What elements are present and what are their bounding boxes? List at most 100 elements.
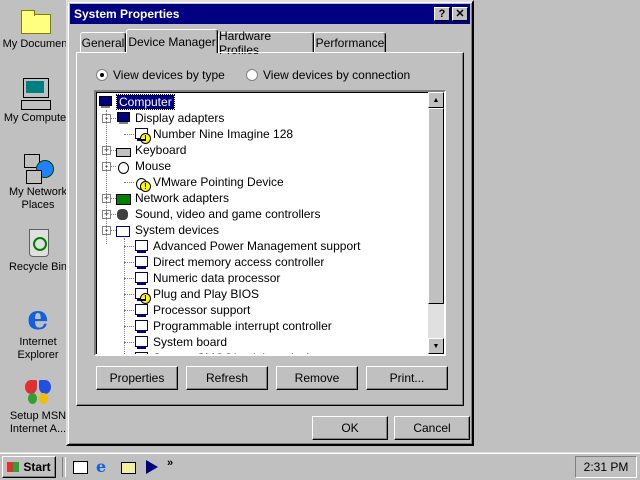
cancel-button[interactable]: Cancel [394, 416, 470, 440]
tree-item-label: System devices [135, 223, 220, 237]
tree-item-label: Computer [116, 94, 175, 110]
start-label: Start [23, 460, 51, 474]
window-title: System Properties [74, 7, 180, 21]
tab-performance[interactable]: Performance [314, 32, 386, 52]
desktop-icon-my-network-places[interactable]: My Network Places [4, 152, 72, 212]
start-button[interactable]: Start [2, 456, 56, 478]
tree-item-label: Plug and Play BIOS [153, 287, 260, 301]
system-device-icon [134, 303, 148, 317]
tree-connector [124, 278, 134, 279]
folder-icon [19, 4, 51, 36]
tree-connector [111, 214, 116, 215]
tab-device-manager[interactable]: Device Manager [126, 29, 218, 53]
tree-item[interactable]: System devices [116, 222, 219, 238]
tab-hardware-profiles[interactable]: Hardware Profiles [218, 29, 314, 57]
tree-item[interactable]: Computer [98, 94, 175, 110]
tree-item-label: System CMOS/real time clock [153, 351, 312, 354]
tree-item-label: Sound, video and game controllers [135, 207, 321, 221]
system-device-icon [134, 239, 148, 253]
computer-icon [19, 78, 51, 110]
tree-connector [124, 310, 134, 311]
recycle-bin-icon [22, 227, 54, 259]
tree-item[interactable]: Sound, video and game controllers [116, 206, 320, 222]
scroll-down-button[interactable]: ▼ [428, 338, 444, 354]
clock[interactable]: 2:31 PM [575, 456, 637, 478]
tree-item-label: Numeric data processor [153, 271, 281, 285]
internet-explorer-quicklaunch-icon[interactable]: e [96, 459, 112, 475]
desktop-icon-recycle-bin[interactable]: Recycle Bin [4, 227, 72, 274]
desktop-icon-label: My Documen [2, 38, 68, 50]
outlook-express-icon[interactable] [120, 459, 136, 475]
tree-item[interactable]: Advanced Power Management support [134, 238, 360, 254]
windows-logo-icon [7, 462, 20, 472]
device-tree[interactable]: Computer Display adapters -! Number Nine Im… [94, 90, 446, 356]
tree-item[interactable]: Processor support [134, 302, 250, 318]
display-adapter-icon [116, 111, 130, 125]
tree-connector [124, 294, 134, 295]
tree-connector [111, 166, 116, 167]
media-player-icon[interactable] [144, 459, 160, 475]
tree-item[interactable]: ! VMware Pointing Device [134, 174, 284, 192]
tree-item[interactable]: ! Plug and Play BIOS [134, 286, 260, 304]
mouse-icon [116, 160, 130, 174]
desktop-icon-label: Recycle Bin [8, 261, 68, 273]
tree-item-label: System board [153, 335, 228, 349]
tree-item-label: Direct memory access controller [153, 255, 325, 269]
tree-item-label: Mouse [135, 159, 172, 173]
system-device-icon [134, 335, 148, 349]
network-places-icon [22, 152, 54, 184]
tree-item[interactable]: Network adapters [116, 190, 229, 206]
tree-item[interactable]: System CMOS/real time clock [134, 350, 312, 354]
radio-view-by-connection[interactable]: View devices by connection [246, 68, 410, 82]
tree-connector [111, 150, 116, 151]
desktop-icon-label: My Compute [3, 112, 67, 124]
tree-connector [106, 110, 107, 244]
refresh-button[interactable]: Refresh [186, 366, 268, 390]
internet-explorer-icon: e [27, 298, 49, 338]
tab-general[interactable]: General [80, 32, 126, 52]
taskbar: Start e » 2:31 PM [0, 452, 640, 480]
tree-connector [124, 262, 134, 263]
properties-button[interactable]: Properties [96, 366, 178, 390]
scroll-up-button[interactable]: ▲ [428, 92, 444, 108]
system-device-icon [134, 271, 148, 285]
desktop-icon-my-computer[interactable]: My Compute [1, 78, 69, 125]
tree-connector [124, 182, 134, 183]
tree-item-label: Number Nine Imagine 128 [153, 127, 294, 141]
tree-item[interactable]: Direct memory access controller [134, 254, 324, 270]
tree-item-label: Processor support [153, 303, 251, 317]
desktop-icon-internet-explorer[interactable]: e Internet Explorer [4, 298, 72, 362]
radio-label: View devices by type [113, 68, 225, 82]
tree-item[interactable]: Mouse [116, 158, 171, 174]
radio-indicator [246, 69, 258, 81]
tree-item[interactable]: Programmable interrupt controller [134, 318, 332, 334]
ok-button[interactable]: OK [312, 416, 388, 440]
scroll-thumb[interactable] [428, 108, 444, 304]
vertical-scrollbar[interactable]: ▲ ▼ [428, 92, 444, 354]
tree-item-label: Keyboard [135, 143, 187, 157]
system-device-icon [134, 255, 148, 269]
help-button[interactable]: ? [434, 7, 450, 21]
tree-connector [124, 246, 134, 247]
radio-selected-indicator [96, 69, 108, 81]
quicklaunch-chevron[interactable]: » [167, 457, 173, 469]
tree-item-label: Advanced Power Management support [153, 239, 361, 253]
sound-icon [116, 208, 130, 221]
print-button[interactable]: Print... [366, 366, 448, 390]
tree-item[interactable]: Keyboard [116, 142, 186, 158]
tree-item-label: Display adapters [135, 111, 225, 125]
tree-item[interactable]: ! Number Nine Imagine 128 [134, 126, 294, 144]
tree-item[interactable]: Numeric data processor [134, 270, 280, 286]
mouse-device-icon: ! [134, 176, 151, 192]
title-bar[interactable]: System Properties ? ✕ [70, 4, 470, 24]
tree-item[interactable]: System board [134, 334, 227, 350]
msn-butterfly-icon [22, 376, 54, 408]
close-button[interactable]: ✕ [452, 7, 468, 21]
desktop-icon-my-documents[interactable]: My Documen [1, 4, 69, 51]
radio-view-by-type[interactable]: View devices by type [96, 68, 225, 82]
remove-button[interactable]: Remove [276, 366, 358, 390]
system-device-icon [134, 319, 148, 333]
tree-item[interactable]: Display adapters [116, 110, 224, 126]
desktop-icon-setup-msn[interactable]: Setup MSN Internet A... [4, 376, 72, 436]
show-desktop-icon[interactable] [72, 459, 88, 475]
